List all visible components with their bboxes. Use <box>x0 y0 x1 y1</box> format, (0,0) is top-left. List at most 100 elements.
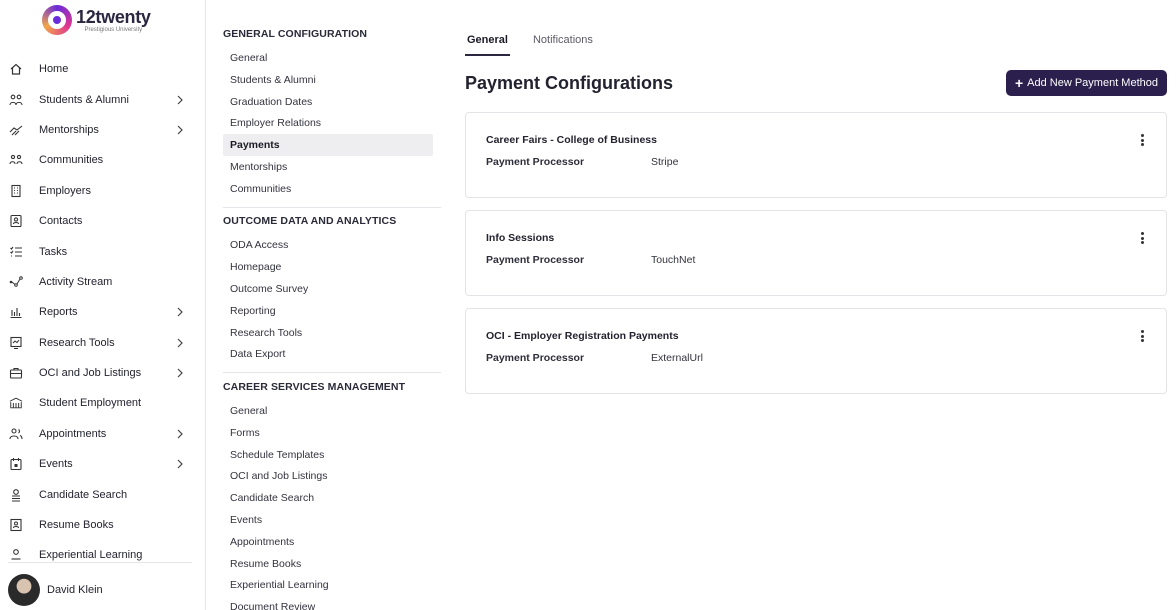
nav-item-research-tools[interactable]: Research Tools <box>0 328 206 358</box>
payment-config-card[interactable]: Career Fairs - College of Business Payme… <box>465 112 1167 198</box>
settings-item-document-review[interactable]: Document Review <box>223 596 433 610</box>
nav-item-label: Reports <box>39 306 78 319</box>
nav-item-contacts[interactable]: Contacts <box>0 206 206 236</box>
activity-nodes-icon <box>9 275 23 289</box>
nav-item-oci-job-listings[interactable]: OCI and Job Listings <box>0 358 206 388</box>
nav-item-tasks[interactable]: Tasks <box>0 236 206 266</box>
user-profile[interactable]: David Klein <box>0 572 206 608</box>
nav-item-label: Contacts <box>39 215 83 228</box>
settings-item-general[interactable]: General <box>223 47 433 69</box>
briefcase-icon <box>9 366 23 380</box>
brand-subtitle: Prestigious University <box>84 26 143 33</box>
chevron-right-icon <box>175 95 185 105</box>
nav-item-label: Employers <box>39 184 91 197</box>
nav-item-reports[interactable]: Reports <box>0 297 206 327</box>
nav-item-label: Tasks <box>39 245 68 258</box>
nav-item-experiential-learning[interactable]: Experiential Learning <box>0 540 206 570</box>
settings-item-experiential-learning[interactable]: Experiential Learning <box>223 574 433 596</box>
nav-item-students-alumni[interactable]: Students & Alumni <box>0 84 206 114</box>
settings-item-outcome-survey[interactable]: Outcome Survey <box>223 278 433 300</box>
settings-item-payments[interactable]: Payments <box>223 134 433 156</box>
card-label: Payment Processor <box>486 352 585 364</box>
nav-item-resume-books[interactable]: Resume Books <box>0 510 206 540</box>
card-label: Payment Processor <box>486 254 585 266</box>
nav-item-candidate-search[interactable]: Candidate Search <box>0 479 206 509</box>
avatar <box>8 574 40 606</box>
tab-general[interactable]: General <box>465 30 510 56</box>
settings-item-mentorships[interactable]: Mentorships <box>223 156 433 178</box>
nav-item-activity-stream[interactable]: Activity Stream <box>0 267 206 297</box>
nav-item-mentorships[interactable]: Mentorships <box>0 115 206 145</box>
candidate-search-icon <box>9 488 23 502</box>
more-options-icon[interactable] <box>1136 133 1148 147</box>
people-icon <box>9 93 23 107</box>
chevron-right-icon <box>175 307 185 317</box>
settings-item-oda-access[interactable]: ODA Access <box>223 234 433 256</box>
page-title: Payment Configurations <box>465 73 674 93</box>
add-payment-method-button[interactable]: + Add New Payment Method <box>1006 70 1167 96</box>
left-navigation: 12twenty Prestigious University Home Stu… <box>0 0 206 610</box>
nav-item-label: Activity Stream <box>39 275 113 288</box>
section-divider <box>223 207 441 208</box>
card-title: OCI - Employer Registration Payments <box>486 330 679 342</box>
chevron-right-icon <box>175 429 185 439</box>
home-icon <box>9 62 23 76</box>
card-value: ExternalUrl <box>651 352 703 364</box>
nav-item-label: Events <box>39 458 73 471</box>
calendar-icon <box>9 457 23 471</box>
nav-item-label: Mentorships <box>39 123 99 136</box>
settings-item-graduation-dates[interactable]: Graduation Dates <box>223 91 433 113</box>
brand-name: 12twenty <box>76 6 151 27</box>
settings-item-appointments[interactable]: Appointments <box>223 531 433 553</box>
settings-item-events[interactable]: Events <box>223 509 433 531</box>
nav-item-label: Communities <box>39 154 104 167</box>
section-title-general-configuration: GENERAL CONFIGURATION <box>223 28 368 40</box>
settings-item-schedule-templates[interactable]: Schedule Templates <box>223 444 433 466</box>
contact-card-icon <box>9 214 23 228</box>
nav-item-label: Research Tools <box>39 336 115 349</box>
person-icon <box>9 548 23 562</box>
nav-item-employers[interactable]: Employers <box>0 176 206 206</box>
nav-item-home[interactable]: Home <box>0 54 206 84</box>
payment-config-card[interactable]: Info Sessions Payment Processor TouchNet <box>465 210 1167 296</box>
resume-book-icon <box>9 518 23 532</box>
settings-item-students-alumni[interactable]: Students & Alumni <box>223 69 433 91</box>
brand-logo[interactable]: 12twenty Prestigious University <box>42 5 151 35</box>
more-options-icon[interactable] <box>1136 329 1148 343</box>
bar-chart-icon <box>9 305 23 319</box>
section-divider <box>223 372 441 373</box>
building-icon <box>9 184 23 198</box>
settings-item-csm-general[interactable]: General <box>223 400 433 422</box>
campus-building-icon <box>9 396 23 410</box>
nav-item-appointments[interactable]: Appointments <box>0 419 206 449</box>
nav-item-communities[interactable]: Communities <box>0 145 206 175</box>
card-value: TouchNet <box>651 254 696 266</box>
settings-item-forms[interactable]: Forms <box>223 422 433 444</box>
users-icon <box>9 427 23 441</box>
settings-item-homepage[interactable]: Homepage <box>223 256 433 278</box>
settings-item-data-export[interactable]: Data Export <box>223 343 433 365</box>
nav-item-student-employment[interactable]: Student Employment <box>0 388 206 418</box>
nav-item-label: Experiential Learning <box>39 549 143 562</box>
section-title-career-services: CAREER SERVICES MANAGEMENT <box>223 381 406 393</box>
payment-config-card[interactable]: OCI - Employer Registration Payments Pay… <box>465 308 1167 394</box>
nav-item-label: OCI and Job Listings <box>39 367 142 380</box>
tab-notifications[interactable]: Notifications <box>531 30 595 56</box>
nav-item-label: Home <box>39 63 69 76</box>
settings-item-oci-job-listings[interactable]: OCI and Job Listings <box>223 465 433 487</box>
settings-item-research-tools[interactable]: Research Tools <box>223 322 433 344</box>
settings-item-communities[interactable]: Communities <box>223 178 433 200</box>
nav-item-events[interactable]: Events <box>0 449 206 479</box>
chevron-right-icon <box>175 125 185 135</box>
settings-item-resume-books[interactable]: Resume Books <box>223 553 433 575</box>
handshake-icon <box>9 123 23 137</box>
settings-menu: GENERAL CONFIGURATION General Students &… <box>207 0 453 610</box>
settings-item-employer-relations[interactable]: Employer Relations <box>223 112 433 134</box>
settings-item-candidate-search[interactable]: Candidate Search <box>223 487 433 509</box>
settings-item-reporting[interactable]: Reporting <box>223 300 433 322</box>
card-title: Career Fairs - College of Business <box>486 134 657 146</box>
nav-item-label: Resume Books <box>39 519 114 532</box>
card-value: Stripe <box>651 156 679 168</box>
more-options-icon[interactable] <box>1136 231 1148 245</box>
section-title-outcome-data: OUTCOME DATA AND ANALYTICS <box>223 215 397 227</box>
